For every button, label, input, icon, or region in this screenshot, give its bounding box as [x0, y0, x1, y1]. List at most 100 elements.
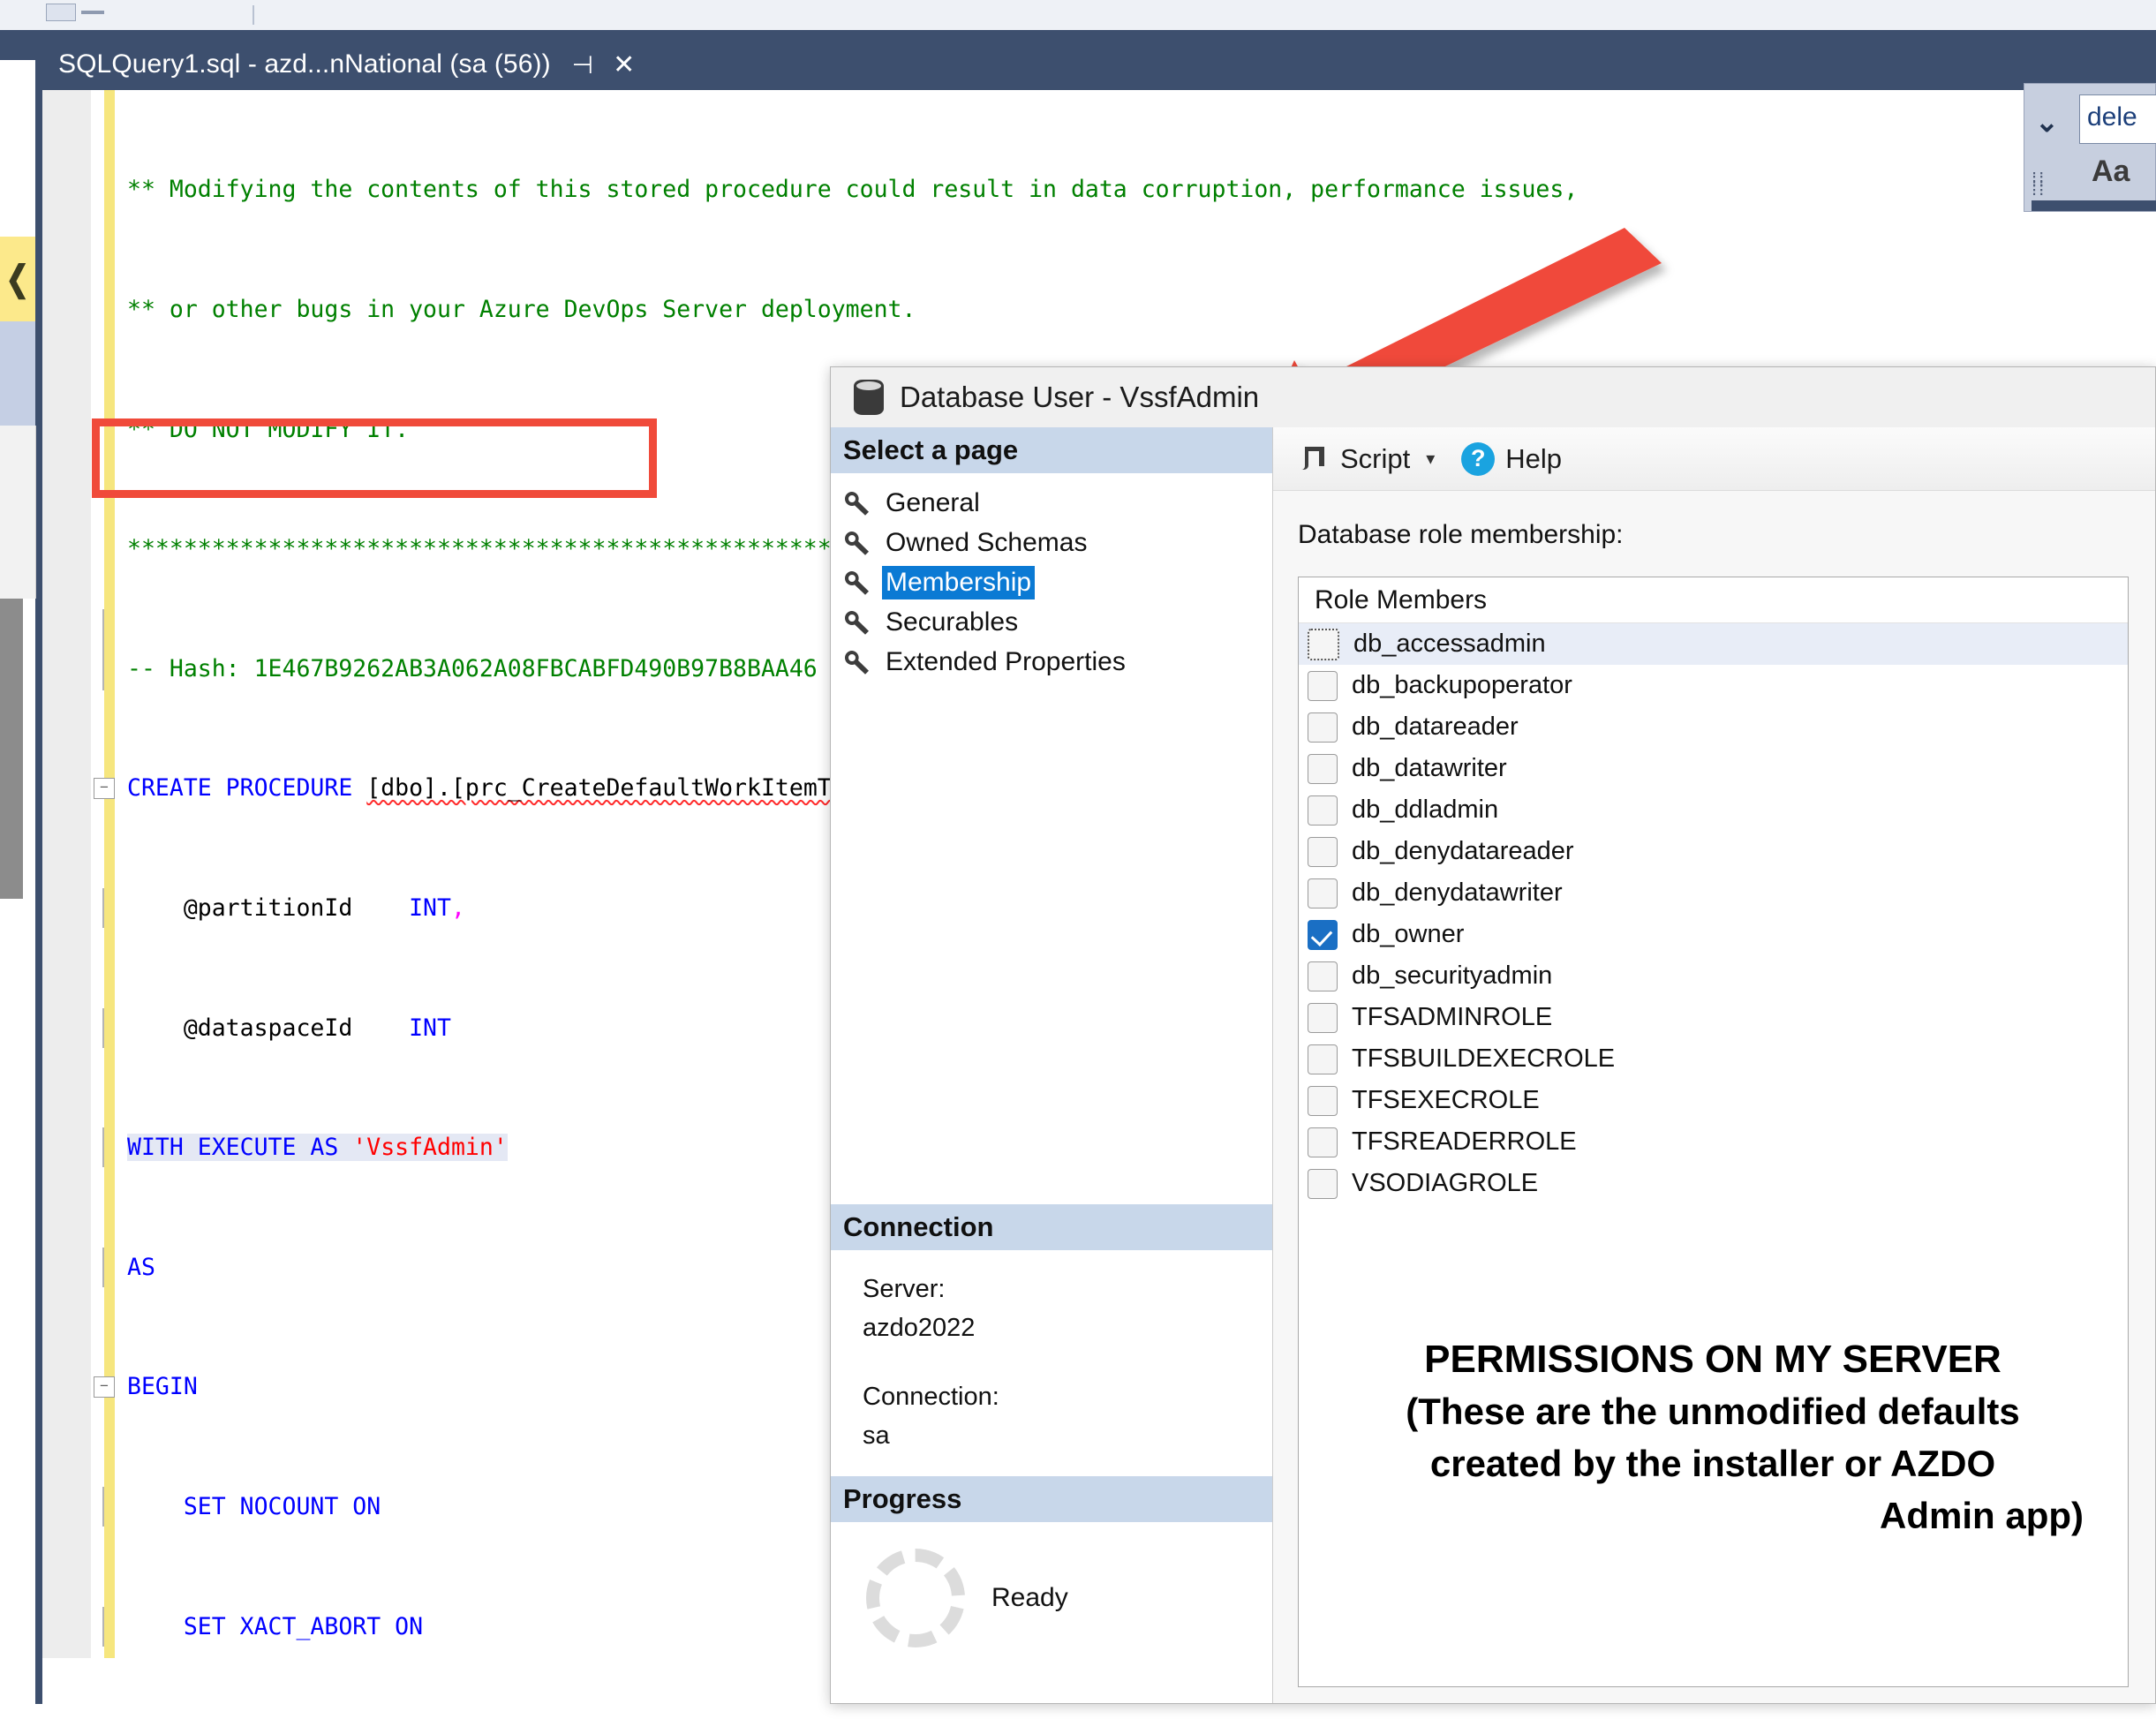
editor-gutter [42, 90, 91, 1658]
nav-item-label: General [886, 488, 980, 517]
annotation-line-3: created by the installer or AZDO [1429, 1443, 1996, 1484]
dialog-title-bar: Database User - VssfAdmin [831, 367, 2155, 427]
fold-toggle-icon[interactable]: − [94, 778, 115, 800]
nav-item-securables[interactable]: Securables [843, 603, 1272, 642]
dock-panel-secondary[interactable] [0, 321, 35, 426]
table-row[interactable]: db_datareader [1299, 706, 2128, 748]
toolbar-button-placeholder[interactable] [46, 4, 76, 21]
editor-change-bar [104, 90, 115, 1658]
wrench-icon [845, 492, 869, 516]
code-line: ** Modifying the contents of this stored… [127, 176, 1579, 204]
server-label: Server: [863, 1275, 946, 1303]
help-icon[interactable]: ? [1461, 441, 1496, 476]
dock-panel-tertiary[interactable] [0, 426, 36, 599]
table-row[interactable]: db_accessadmin [1299, 623, 2128, 665]
table-row[interactable]: db_datawriter [1299, 748, 2128, 789]
vs-top-strip [0, 0, 2156, 31]
nav-item-membership[interactable]: Membership [843, 563, 1272, 602]
nav-item-label: Securables [886, 607, 1019, 637]
progress-section: Progress Ready [831, 1476, 1272, 1647]
role-checkbox[interactable] [1308, 753, 1338, 784]
role-checkbox[interactable] [1308, 670, 1338, 701]
fold-toggle-icon[interactable]: − [94, 1376, 115, 1399]
script-button-label[interactable]: Script [1340, 443, 1410, 475]
nav-item-label: Owned Schemas [886, 528, 1088, 557]
role-name: VSODIAGROLE [1352, 1169, 1539, 1197]
role-name: TFSBUILDEXECROLE [1352, 1044, 1616, 1073]
role-checkbox[interactable] [1308, 919, 1338, 950]
role-name: TFSEXECROLE [1352, 1086, 1540, 1114]
toolbar-divider [81, 11, 104, 14]
role-checkbox[interactable] [1308, 878, 1338, 908]
help-button-label[interactable]: Help [1505, 443, 1562, 475]
table-row[interactable]: TFSADMINROLE [1299, 997, 2128, 1038]
role-name: db_accessadmin [1353, 630, 1546, 658]
table-row[interactable]: TFSREADERROLE [1299, 1121, 2128, 1163]
role-name: db_ddladmin [1352, 795, 1499, 824]
drag-grip-icon[interactable]: ⁞⁞ ⁞⁞ [2032, 170, 2046, 199]
find-replace-widget[interactable]: ⌄ dele Aa ⁞⁞ ⁞⁞ [2024, 83, 2156, 212]
match-case-icon[interactable]: Aa [2092, 155, 2130, 189]
connection-label: Connection: [863, 1383, 999, 1411]
role-checkbox[interactable] [1308, 795, 1338, 826]
progress-header: Progress [831, 1476, 1272, 1522]
object-explorer-collapse-tab[interactable]: ❮ [0, 237, 35, 321]
close-icon[interactable]: ✕ [613, 49, 635, 80]
nav-item-general[interactable]: General [843, 484, 1272, 523]
ssms-window: ❮ SQLQuery1.sql - azd...nNational (sa (5… [0, 0, 2156, 1734]
find-input[interactable]: dele [2079, 94, 2156, 144]
dialog-toolbar: Script ▾ ? Help [1273, 427, 2155, 491]
role-name: db_datawriter [1352, 754, 1507, 782]
table-row[interactable]: VSODIAGROLE [1299, 1163, 2128, 1204]
role-name: db_datareader [1352, 712, 1519, 741]
select-a-page-header: Select a page [831, 427, 1272, 473]
dialog-title: Database User - VssfAdmin [900, 381, 1260, 413]
progress-body: Ready [831, 1522, 1272, 1647]
wrench-icon [845, 651, 869, 675]
role-name: db_backupoperator [1352, 671, 1572, 699]
wrench-icon [845, 532, 869, 555]
table-row[interactable]: TFSEXECROLE [1299, 1080, 2128, 1121]
table-row[interactable]: db_securityadmin [1299, 955, 2128, 997]
role-checkbox[interactable] [1308, 712, 1338, 743]
chevron-down-icon[interactable]: ▾ [1426, 448, 1435, 470]
document-tab-title: SQLQuery1.sql - azd...nNational (sa (56)… [58, 49, 551, 79]
database-icon [854, 380, 884, 415]
table-row[interactable]: TFSBUILDEXECROLE [1299, 1038, 2128, 1080]
role-checkbox[interactable] [1308, 1127, 1338, 1157]
chevron-down-icon[interactable]: ⌄ [2035, 105, 2059, 139]
annotation-highlight-box [92, 418, 657, 498]
connection-header: Connection [831, 1204, 1272, 1250]
wrench-icon [845, 571, 869, 595]
role-checkbox[interactable] [1308, 1044, 1338, 1074]
document-tab-sqlquery1[interactable]: SQLQuery1.sql - azd...nNational (sa (56)… [42, 39, 635, 90]
page-nav-list[interactable]: General Owned Schemas Membership Securab… [831, 473, 1272, 682]
nav-item-owned-schemas[interactable]: Owned Schemas [843, 524, 1272, 562]
annotation-line-4: Admin app) [1880, 1495, 2084, 1536]
dock-scroll-thumb[interactable] [0, 599, 23, 899]
role-name: TFSREADERROLE [1352, 1127, 1577, 1156]
role-checkbox[interactable] [1308, 628, 1339, 660]
role-name: db_denydatareader [1352, 837, 1574, 865]
role-checkbox[interactable] [1308, 1168, 1338, 1199]
pin-icon[interactable]: ⊣ [572, 50, 593, 79]
annotation-line-1: PERMISSIONS ON MY SERVER [1424, 1338, 2001, 1381]
table-row[interactable]: db_owner [1299, 914, 2128, 955]
find-widget-footer [2032, 200, 2156, 211]
role-checkbox[interactable] [1308, 1085, 1338, 1116]
nav-item-extended-properties[interactable]: Extended Properties [843, 643, 1272, 682]
table-row[interactable]: db_backupoperator [1299, 665, 2128, 706]
annotation-caption: PERMISSIONS ON MY SERVER (These are the … [1324, 1333, 2101, 1542]
table-row[interactable]: db_denydatareader [1299, 831, 2128, 872]
table-row[interactable]: db_ddladmin [1299, 789, 2128, 831]
table-row[interactable]: db_denydatawriter [1299, 872, 2128, 914]
script-icon [1301, 446, 1324, 470]
left-dock-strip: ❮ [0, 60, 36, 1734]
connection-value: sa [863, 1421, 890, 1450]
server-value: azdo2022 [863, 1314, 976, 1342]
role-checkbox[interactable] [1308, 1002, 1338, 1033]
code-line: ** or other bugs in your Azure DevOps Se… [127, 296, 916, 323]
role-checkbox[interactable] [1308, 836, 1338, 867]
role-checkbox[interactable] [1308, 961, 1338, 991]
role-name: db_denydatawriter [1352, 878, 1563, 907]
